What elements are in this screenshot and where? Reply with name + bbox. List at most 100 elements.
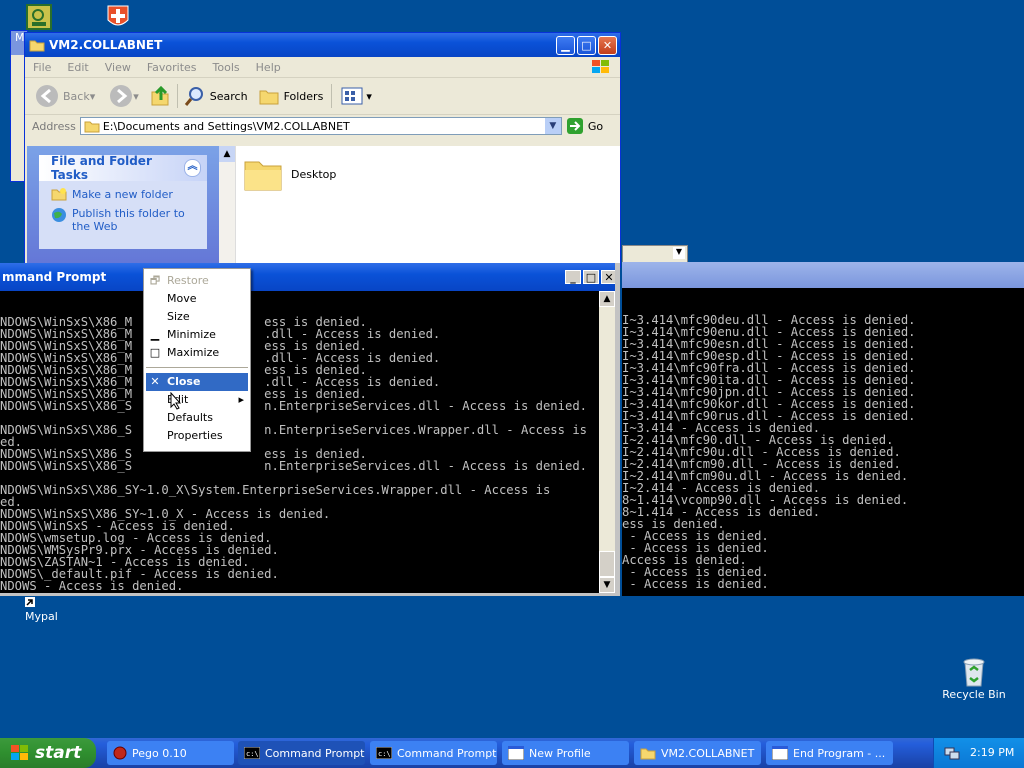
menu-tools[interactable]: Tools — [205, 61, 248, 74]
cmd-left-titlebar[interactable]: mmand Prompt _ □ ✕ — [0, 263, 620, 291]
minimize-button[interactable]: ▁ — [556, 35, 575, 55]
system-context-menu: 🗗 Restore Move Size ▁ Minimize □ Maximize ✕… — [143, 268, 251, 452]
recycle-bin-icon — [963, 658, 985, 687]
console-line: NDOWS\WinSxS\X86_S n.EnterpriseServices.… — [0, 399, 587, 413]
window-icon — [772, 746, 788, 760]
desktop-icon-recycle-bin[interactable]: Recycle Bin — [939, 656, 1009, 701]
menu-edit[interactable]: Edit ▸ — [144, 391, 250, 409]
network-tray-icon[interactable] — [944, 745, 960, 761]
scroll-thumb[interactable] — [599, 551, 615, 577]
cmd-left-border-right — [615, 263, 620, 595]
taskbar-item-cmd-1[interactable]: c:\ Command Prompt — [238, 741, 365, 765]
file-view: ▲ Desktop — [219, 146, 620, 267]
minimize-icon: ▁ — [150, 328, 160, 341]
tasks-header[interactable]: File and Folder Tasks ︽ — [39, 154, 207, 182]
taskbar-item-new-profile[interactable]: New Profile — [502, 741, 629, 765]
menu-close[interactable]: ✕ Close — [146, 373, 248, 391]
menu-maximize[interactable]: □ Maximize — [144, 344, 250, 362]
new-folder-icon — [51, 188, 67, 201]
menu-restore[interactable]: 🗗 Restore — [144, 272, 250, 290]
explorer-menubar: File Edit View Favorites Tools Help — [25, 57, 620, 78]
back-arrow-icon — [36, 85, 58, 107]
explorer-toolbar: Back ▾ ▾ Search Folders ▾ — [25, 78, 620, 115]
clock[interactable]: 2:19 PM — [970, 746, 1014, 759]
first-aid-icon — [107, 5, 129, 26]
taskbar-item-explorer[interactable]: VM2.COLLABNET — [634, 741, 761, 765]
folder-icon — [29, 40, 45, 52]
taskbar-item-end-program[interactable]: End Program - ... — [766, 741, 893, 765]
restore-icon: 🗗 — [149, 274, 161, 287]
cmd-left-scrollbar[interactable]: ▲ ▼ — [599, 291, 615, 593]
explorer-titlebar[interactable]: VM2.COLLABNET ▁ □ ✕ — [25, 33, 620, 57]
svg-text:c:\: c:\ — [378, 750, 391, 758]
taskbar-item-pego[interactable]: Pego 0.10 — [107, 741, 234, 765]
menu-minimize[interactable]: ▁ Minimize — [144, 326, 250, 344]
menu-size[interactable]: Size — [144, 308, 250, 326]
address-label: Address — [32, 119, 76, 133]
scroll-down-button[interactable]: ▼ — [599, 577, 615, 593]
address-bar: Address E:\Documents and Settings\VM2.CO… — [25, 115, 620, 137]
menu-view[interactable]: View — [97, 61, 139, 74]
scroll-up-button[interactable]: ▲ — [599, 291, 615, 307]
cmd-left-lines: NDOWS\WinSxS\X86_M ess is denied. NDOWS\W… — [0, 316, 600, 594]
submenu-arrow-icon: ▸ — [238, 393, 244, 406]
task-publish-web[interactable]: Publish this folder to the Web — [51, 207, 191, 233]
menu-edit[interactable]: Edit — [59, 61, 96, 74]
task-new-folder[interactable]: Make a new folder — [51, 187, 207, 201]
scrollbar-vertical[interactable]: ▲ — [219, 146, 236, 267]
up-folder-icon[interactable] — [149, 84, 171, 108]
system-tray: 2:19 PM — [933, 738, 1024, 768]
left-task-pane: File and Folder Tasks ︽ Make a new folde… — [27, 146, 219, 267]
menu-favorites[interactable]: Favorites — [139, 61, 205, 74]
forward-arrow-icon — [110, 85, 133, 107]
search-icon — [184, 87, 203, 106]
cmd-right-titlebar[interactable] — [622, 262, 1024, 288]
desktop-icon-mypal[interactable]: Mypal — [3, 596, 73, 623]
folder-icon — [84, 121, 100, 133]
console-line: NDOWS - Access is denied. — [0, 579, 184, 593]
menu-separator — [146, 367, 248, 368]
folder-icon — [244, 161, 282, 191]
folder-item-desktop[interactable]: Desktop — [243, 156, 336, 192]
menu-file[interactable]: File — [25, 61, 59, 74]
cmd-right-output: I~3.414\mfc90deu.dll - Access is denied.… — [622, 288, 1024, 596]
go-button[interactable]: Go — [566, 117, 603, 135]
views-button[interactable]: ▾ — [340, 86, 372, 106]
desktop-icon-top-2[interactable] — [104, 2, 132, 30]
desktop-icon-top-1[interactable] — [26, 4, 52, 30]
menu-help[interactable]: Help — [248, 61, 289, 74]
address-dropdown[interactable]: ▼ — [544, 118, 561, 134]
console-line: NDOWS\WinSxS\X86_S n.EnterpriseServices.… — [0, 459, 587, 473]
back-button[interactable]: Back ▾ — [35, 84, 95, 108]
collapse-chevron-icon[interactable]: ︽ — [184, 159, 201, 177]
cmd-left-border-bottom — [0, 593, 620, 596]
cmd-icon: c:\ — [376, 747, 392, 759]
globe-icon — [52, 208, 66, 222]
address-field[interactable]: E:\Documents and Settings\VM2.COLLABNET … — [79, 117, 562, 135]
maximize-button[interactable]: □ — [577, 35, 596, 55]
pego-icon — [113, 746, 127, 760]
cmd-minimize-button[interactable]: _ — [565, 270, 581, 284]
cmd-right-lines: I~3.414\mfc90deu.dll - Access is denied.… — [622, 314, 1024, 596]
console-line: - Access is denied. — [622, 577, 769, 591]
menu-properties[interactable]: Properties — [144, 427, 250, 445]
taskbar-item-cmd-2[interactable]: c:\ Command Prompt — [370, 741, 497, 765]
search-button[interactable]: Search — [184, 85, 248, 107]
window-icon — [508, 746, 524, 760]
network-icon — [26, 4, 52, 30]
windows-logo-icon — [592, 60, 609, 73]
forward-button[interactable]: ▾ — [109, 84, 139, 108]
folders-icon — [259, 90, 279, 105]
go-arrow-icon — [566, 118, 583, 134]
background-window-fragment: ▼ — [622, 245, 688, 263]
svg-text:c:\: c:\ — [246, 750, 259, 758]
cmd-maximize-button[interactable]: □ — [583, 270, 599, 284]
mypal-icon — [25, 597, 35, 607]
menu-move[interactable]: Move — [144, 290, 250, 308]
windows-flag-icon — [11, 745, 28, 760]
cmd-left-title: mmand Prompt — [2, 270, 107, 284]
folders-button[interactable]: Folders — [258, 86, 323, 106]
start-button[interactable]: start — [0, 738, 96, 768]
close-button[interactable]: ✕ — [598, 35, 617, 55]
menu-defaults[interactable]: Defaults — [144, 409, 250, 427]
